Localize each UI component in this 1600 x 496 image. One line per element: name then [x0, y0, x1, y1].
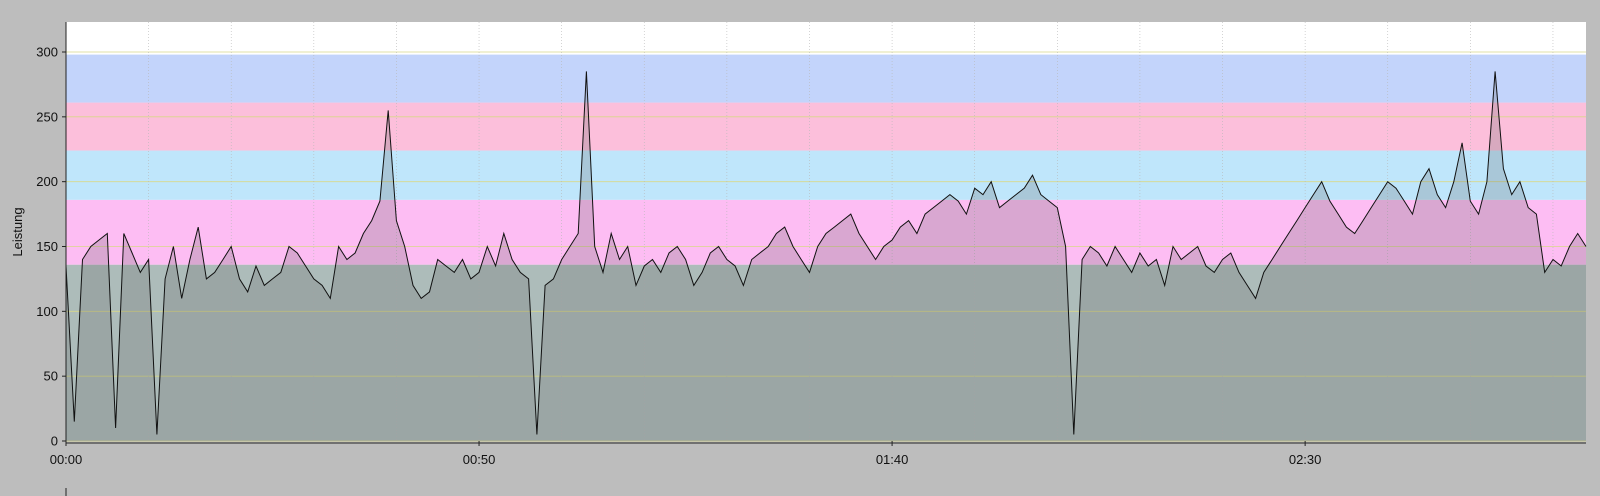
y-tick-label: 300 [36, 45, 58, 60]
zone-band-2 [66, 150, 1586, 200]
x-tick-label: 01:40 [876, 452, 909, 467]
y-tick-label: 150 [36, 239, 58, 254]
zone-band-4 [66, 54, 1586, 103]
y-tick-label: 100 [36, 304, 58, 319]
x-ticks: 00:00 00:50 01:40 02:30 [50, 441, 1322, 467]
y-tick-label: 0 [51, 434, 58, 449]
y-tick-label: 200 [36, 174, 58, 189]
y-axis-title: Leistung [10, 207, 25, 256]
x-tick-label: 02:30 [1289, 452, 1322, 467]
x-tick-label: 00:50 [463, 452, 496, 467]
power-chart: 050100150200250300 00:00 00:50 01:40 02:30 … [10, 22, 1587, 496]
x-tick-label: 00:00 [50, 452, 83, 467]
y-ticks: 0 50 100 150 200 250 300 [36, 45, 66, 449]
zone-band-3 [66, 102, 1586, 151]
y-tick-label: 50 [44, 369, 58, 384]
y-tick-label: 250 [36, 109, 58, 124]
